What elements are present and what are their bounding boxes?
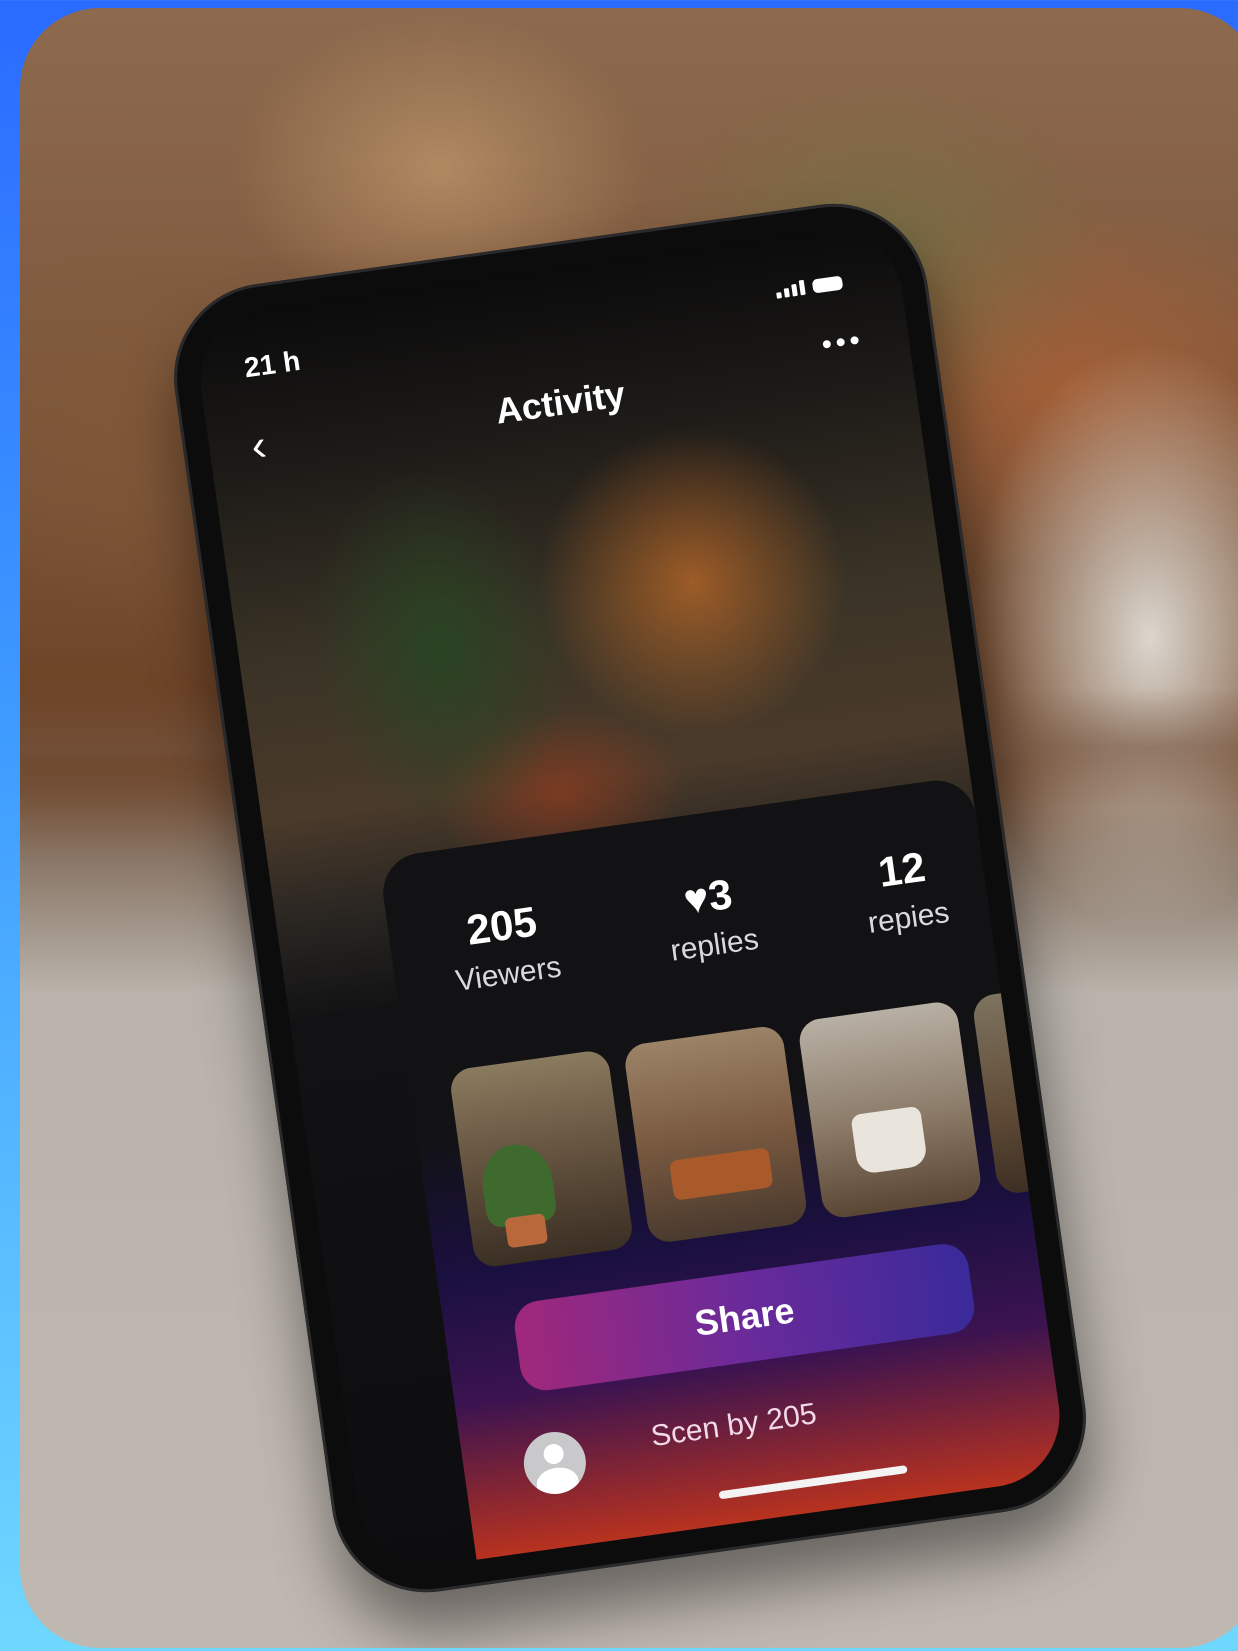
thumbnail-plant-partial[interactable] [971, 987, 1069, 1196]
thumbnail-mug[interactable] [796, 999, 984, 1221]
background-photo: 21 h ‹ Activity 205 Viewers ♥3 replies 1… [20, 8, 1238, 1648]
thumbnail-strip [448, 987, 1069, 1270]
stat-label: Viewers [453, 950, 564, 998]
share-button[interactable]: Share [511, 1240, 978, 1394]
stat-value: ♥3 [680, 870, 735, 924]
home-indicator[interactable] [718, 1465, 908, 1500]
mug-shape [850, 1105, 929, 1175]
stat-value: 205 [463, 897, 540, 954]
stat-replies: 12 repies [858, 840, 952, 940]
avatar-icon[interactable] [519, 1427, 590, 1498]
chair-shape [669, 1147, 774, 1201]
stat-value: 12 [875, 842, 929, 896]
stats-row: 205 Viewers ♥3 replies 12 repies [446, 840, 952, 998]
phone-screen: 21 h ‹ Activity 205 Viewers ♥3 replies 1… [191, 220, 1069, 1576]
header: ‹ Activity [206, 325, 915, 483]
stat-viewers: 205 Viewers [446, 895, 564, 999]
thumbnail-plant[interactable] [448, 1048, 635, 1270]
stat-label: replies [668, 922, 761, 968]
status-time: 21 h [242, 344, 303, 384]
activity-panel: 205 Viewers ♥3 replies 12 repies Share S… [378, 775, 1069, 1560]
seen-by-text: Scen by 205 [648, 1397, 819, 1454]
phone-device: 21 h ‹ Activity 205 Viewers ♥3 replies 1… [161, 191, 1099, 1605]
thumbnail-room[interactable] [622, 1024, 809, 1245]
stat-likes: ♥3 replies [661, 867, 761, 968]
page-title: Activity [493, 373, 628, 432]
pot-shape [504, 1213, 549, 1249]
battery-icon [811, 275, 844, 294]
status-icons [775, 275, 844, 299]
stat-label: repies [865, 895, 952, 940]
signal-icon [775, 279, 806, 299]
plant-shape [477, 1139, 558, 1229]
